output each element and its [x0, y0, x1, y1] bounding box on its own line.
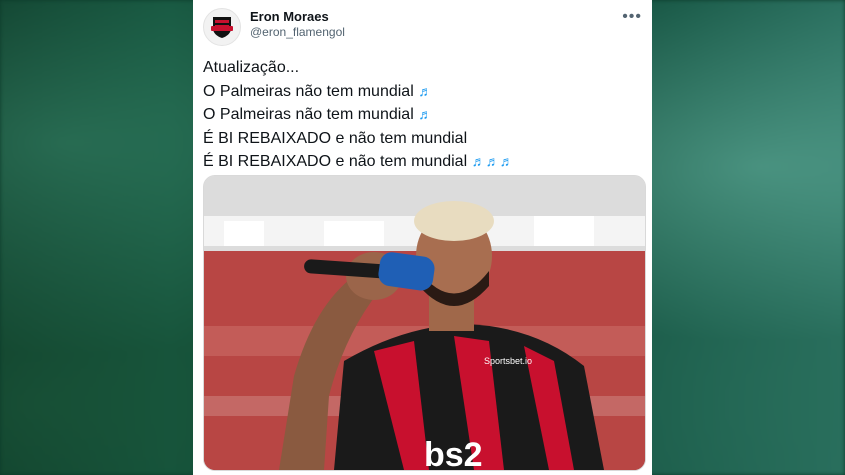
- tweet-text: Atualização... O Palmeiras não tem mundi…: [203, 56, 514, 174]
- jersey-sponsor-text: bs2: [424, 436, 483, 470]
- musical-notes-icon: ♬♬♬: [471, 153, 514, 169]
- tweet-line: É BI REBAIXADO e não tem mundial ♬♬♬: [203, 153, 514, 170]
- tweet-line: O Palmeiras não tem mundial ♬: [203, 82, 433, 100]
- author-handle[interactable]: @eron_flamengol: [250, 25, 345, 39]
- club-crest-icon: [211, 17, 233, 38]
- more-options-icon[interactable]: •••: [622, 8, 642, 26]
- tweet-card: Eron Moraes @eron_flamengol ••• Atualiza…: [193, 0, 652, 475]
- tweet-photo[interactable]: bs2 Sportsbet.io: [203, 175, 646, 471]
- musical-notes-icon: ♬: [418, 82, 433, 99]
- jersey-brand-text: Sportsbet.io: [484, 356, 532, 366]
- musical-notes-icon: ♬: [418, 106, 433, 122]
- tweet-line: Atualização...: [203, 59, 300, 76]
- tweet-line: É BI REBAIXADO e não tem mundial: [203, 129, 468, 147]
- author-name[interactable]: Eron Moraes: [250, 9, 329, 24]
- avatar[interactable]: [203, 8, 241, 46]
- player-photo-illustration: bs2 Sportsbet.io: [204, 176, 645, 470]
- tweet-line: O Palmeiras não tem mundial ♬: [203, 106, 433, 123]
